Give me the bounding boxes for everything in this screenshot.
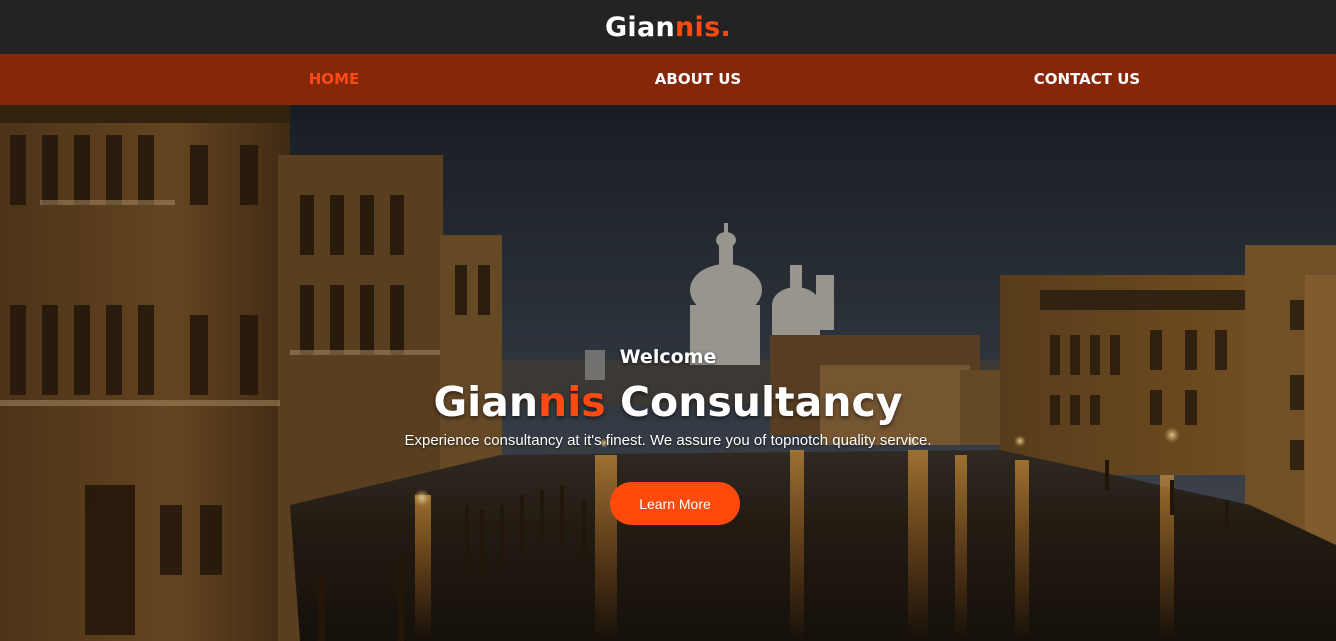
main-navigation: HOME ABOUT US CONTACT US	[0, 54, 1336, 105]
hero-section: Welcome Giannis Consultancy Experience c…	[0, 105, 1336, 641]
learn-more-button[interactable]: Learn More	[610, 482, 740, 525]
hero-subtitle: Experience consultancy at it's finest. W…	[404, 432, 932, 449]
hero-content: Welcome Giannis Consultancy Experience c…	[0, 105, 1336, 641]
hero-title-prefix: Gian	[433, 378, 539, 426]
hero-title-suffix: Consultancy	[605, 378, 903, 426]
hero-welcome-text: Welcome	[619, 346, 717, 368]
logo-accent-text: nis.	[675, 11, 732, 43]
hero-title-accent: nis	[538, 378, 606, 426]
site-logo[interactable]: Giannis.	[605, 12, 731, 43]
nav-link-about-us[interactable]: ABOUT US	[655, 54, 741, 105]
logo-text: Gian	[604, 11, 676, 43]
nav-link-contact-us[interactable]: CONTACT US	[1034, 54, 1140, 105]
nav-link-home[interactable]: HOME	[309, 54, 359, 105]
site-header: Giannis.	[0, 0, 1336, 54]
hero-title: Giannis Consultancy	[0, 378, 1336, 426]
